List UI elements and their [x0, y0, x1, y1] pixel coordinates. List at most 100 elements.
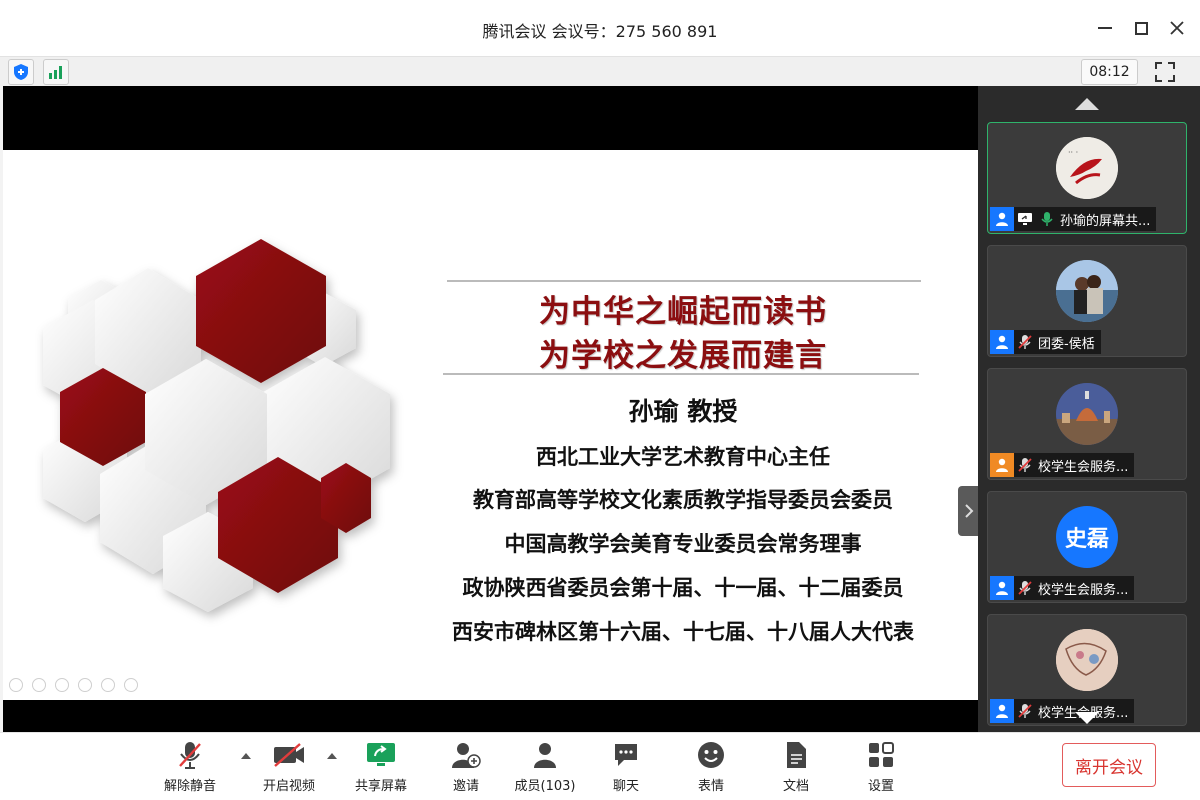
video-options-caret[interactable]: [327, 753, 337, 759]
hexagon-graphic: [43, 239, 390, 612]
settings-button[interactable]: 设置: [843, 739, 919, 797]
video-off-icon: [272, 739, 306, 771]
chat-label: 聊天: [612, 779, 639, 794]
annotation-tool-icon[interactable]: [101, 678, 115, 692]
chat-icon: [609, 739, 643, 771]
invite-button[interactable]: 邀请: [428, 739, 504, 797]
docs-button[interactable]: 文档: [758, 739, 834, 797]
photo-cathedral-avatar: [1056, 383, 1118, 445]
participant-name: 校学生会服务...: [1038, 459, 1129, 475]
unmute-button[interactable]: 解除静音: [152, 739, 228, 797]
emoji-label: 表情: [697, 779, 724, 794]
participant-name: 孙瑜的屏幕共...: [1060, 213, 1151, 229]
title-bottom-rule: [443, 373, 919, 375]
participant-namebar: 校学生会服务...: [990, 699, 1135, 723]
slide-title-line1: 为中华之崛起而读书: [539, 294, 827, 330]
video-button[interactable]: 开启视频: [251, 739, 327, 797]
panel-collapse-button[interactable]: [958, 486, 980, 536]
annotation-tool-icon[interactable]: [78, 678, 92, 692]
participant-namebar: 孙瑜的屏幕共...: [990, 207, 1157, 231]
fullscreen-icon: [1155, 62, 1175, 82]
annotation-tool-icon[interactable]: [32, 678, 46, 692]
speaker-name: 孙瑜 教授: [628, 397, 738, 426]
add-user-icon: [449, 739, 483, 771]
members-icon: [528, 739, 562, 771]
annotation-tool-icon[interactable]: [124, 678, 138, 692]
user-icon: [990, 207, 1014, 231]
emoji-button[interactable]: 表情: [673, 739, 749, 797]
meeting-timer: 08:12: [1081, 59, 1138, 85]
avatar: [1056, 383, 1118, 445]
participant-tile[interactable]: ·· · 孙瑜的屏幕共...: [987, 122, 1187, 234]
title-bar: 腾讯会议 会议号：275 560 891: [0, 0, 1200, 56]
participant-tile[interactable]: 团委-侯栝: [987, 245, 1187, 357]
participant-name: 团委-侯栝: [1038, 336, 1095, 352]
avatar-initials: 史磊: [1064, 527, 1109, 552]
user-icon: [990, 576, 1014, 600]
close-icon: [1170, 21, 1184, 35]
video-label: 开启视频: [262, 779, 315, 794]
security-button[interactable]: [8, 59, 34, 85]
shield-icon: [14, 64, 28, 80]
scroll-down-button[interactable]: [1075, 712, 1099, 724]
signal-icon: [49, 66, 62, 79]
close-button[interactable]: [1162, 14, 1192, 42]
slide-title-line2: 为学校之发展而建言: [539, 338, 827, 374]
mic-muted-icon: [1014, 700, 1036, 722]
mic-on-icon: [1036, 208, 1058, 230]
avatar: [1056, 260, 1118, 322]
painting-sketch-avatar: [1056, 629, 1118, 691]
screen-share-icon: [1014, 208, 1036, 230]
maximize-button[interactable]: [1126, 14, 1156, 42]
participant-tile[interactable]: 校学生会服务...: [987, 614, 1187, 726]
painting-fish-avatar: ·· ·: [1056, 137, 1118, 199]
user-icon: [990, 330, 1014, 354]
avatar: ·· ·: [1056, 137, 1118, 199]
participant-name: 校学生会服务...: [1038, 582, 1129, 598]
speaker-role: 中国高教学会美育专业委员会常务理事: [504, 532, 862, 556]
share-screen-button[interactable]: 共享屏幕: [343, 739, 419, 797]
mic-muted-icon: [173, 739, 207, 771]
user-icon: [990, 699, 1014, 723]
status-bar: 08:12: [0, 56, 1200, 86]
meeting-toolbar: 解除静音 开启视频 共享屏幕 邀请 成员(103) 聊天 表情 文档 设置 离开…: [0, 732, 1200, 800]
speaker-role: 政协陕西省委员会第十届、十一届、十二届委员: [462, 576, 904, 600]
network-status-button[interactable]: [43, 59, 69, 85]
annotation-tool-icon[interactable]: [9, 678, 23, 692]
audio-options-caret[interactable]: [241, 753, 251, 759]
members-button[interactable]: 成员(103): [507, 739, 583, 797]
avatar: 史磊: [1056, 506, 1118, 568]
presentation-slide: 为中华之崛起而读书 为学校之发展而建言 孙瑜 教授 西北工业大学艺术教育中心主任…: [3, 150, 978, 700]
grid-settings-icon: [864, 739, 898, 771]
leave-meeting-button[interactable]: 离开会议: [1062, 743, 1156, 787]
participant-tile[interactable]: 史磊 校学生会服务...: [987, 491, 1187, 603]
minimize-button[interactable]: [1090, 14, 1120, 42]
participant-namebar: 校学生会服务...: [990, 576, 1135, 600]
settings-label: 设置: [867, 779, 894, 794]
speaker-role: 西北工业大学艺术教育中心主任: [536, 445, 830, 469]
participant-namebar: 校学生会服务...: [990, 453, 1135, 477]
members-label: 成员(103): [514, 779, 576, 794]
participant-namebar: 团委-侯栝: [990, 330, 1101, 354]
participant-tile[interactable]: 校学生会服务...: [987, 368, 1187, 480]
meeting-window: 腾讯会议 会议号：275 560 891 08:12 为中华之崛起而读书 为学校…: [0, 0, 1200, 800]
scroll-up-button[interactable]: [1075, 98, 1099, 110]
shared-screen: 为中华之崛起而读书 为学校之发展而建言 孙瑜 教授 西北工业大学艺术教育中心主任…: [3, 86, 980, 732]
invite-label: 邀请: [452, 779, 479, 794]
speaker-role: 教育部高等学校文化素质教学指导委员会委员: [473, 488, 893, 512]
annotation-toolbar: [9, 678, 138, 692]
user-icon: [990, 453, 1014, 477]
svg-text:·· ·: ·· ·: [1068, 148, 1078, 157]
annotation-tool-icon[interactable]: [55, 678, 69, 692]
smiley-icon: [694, 739, 728, 771]
maximize-icon: [1134, 21, 1148, 35]
document-icon: [779, 739, 813, 771]
chevron-right-icon: [965, 504, 974, 518]
minimize-icon: [1098, 27, 1112, 29]
chat-button[interactable]: 聊天: [588, 739, 664, 797]
unmute-label: 解除静音: [163, 779, 216, 794]
fullscreen-button[interactable]: [1153, 60, 1177, 84]
participants-panel: ·· · 孙瑜的屏幕共... 团委-侯栝 校学生会服务... 史磊 校学生会服务…: [978, 86, 1200, 732]
share-screen-icon: [364, 739, 398, 771]
mic-muted-icon: [1014, 577, 1036, 599]
